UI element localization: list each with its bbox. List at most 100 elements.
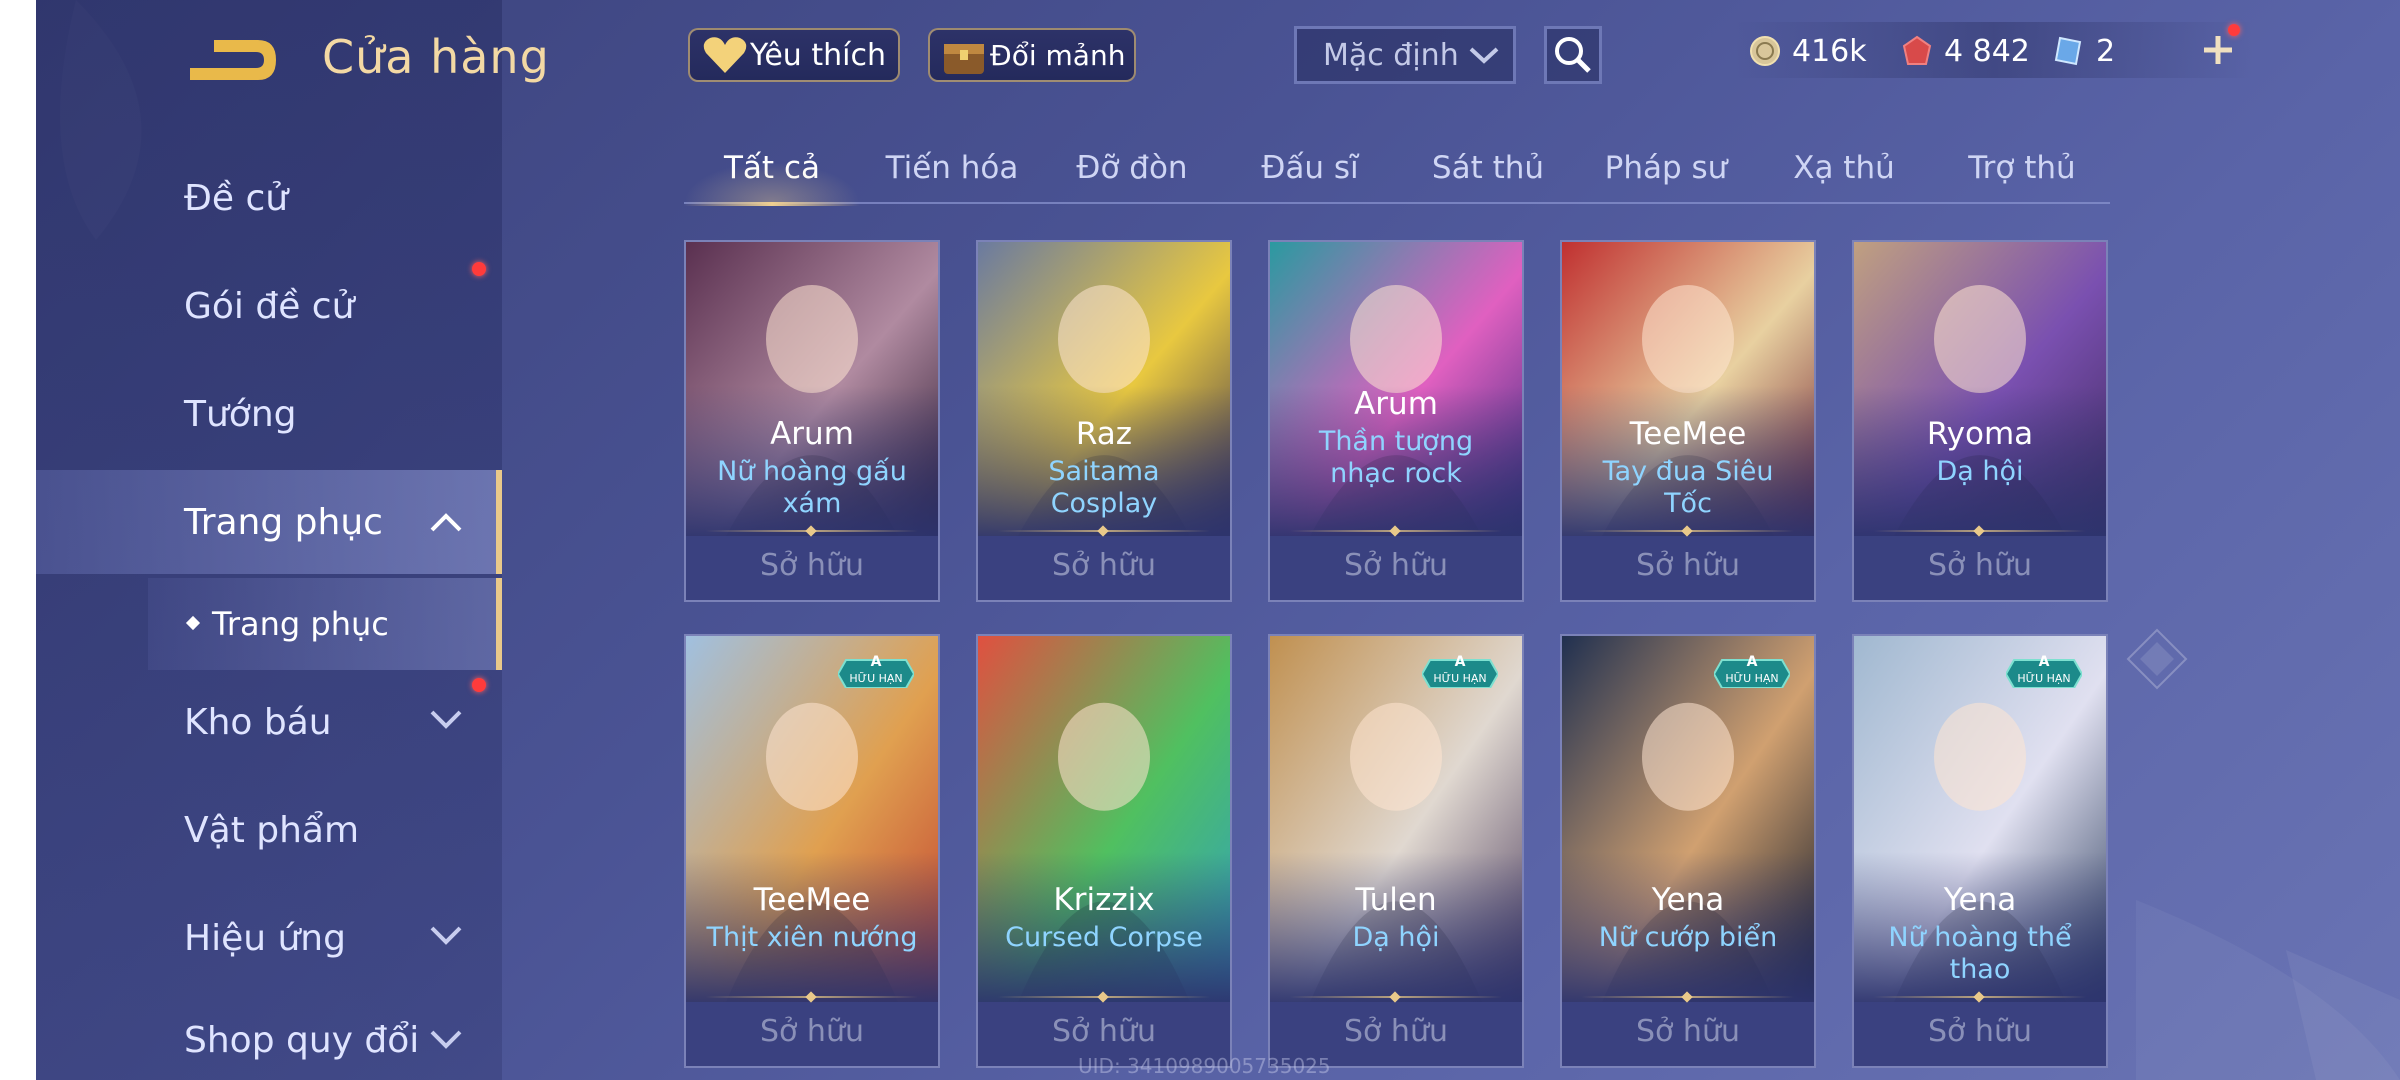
exchange-label: Đổi mảnh — [990, 38, 1126, 72]
hero-name: Tulen — [1355, 882, 1437, 918]
currency-gold: 416k — [1748, 26, 1867, 76]
sidebar-item-exchange-shop[interactable]: Shop quy đổi — [36, 994, 502, 1080]
limited-badge: A HỮU HẠN — [1422, 654, 1498, 688]
chevron-down-icon — [430, 710, 462, 729]
notification-dot — [472, 262, 486, 276]
sidebar-item-label: Shop quy đổi — [184, 1020, 420, 1061]
chevron-down-icon — [430, 926, 462, 945]
sort-dropdown[interactable]: Mặc định — [1294, 26, 1516, 84]
tab-marksman[interactable]: Xạ thủ — [1756, 140, 1932, 202]
skin-card[interactable]: Arum Nữ hoàng gấu xám Sở hữu — [684, 240, 940, 602]
ruby-icon — [1902, 35, 1932, 65]
skin-card[interactable]: Krizzix Cursed Corpse Sở hữu — [976, 634, 1232, 1068]
tab-fighter[interactable]: Đấu sĩ — [1222, 140, 1398, 202]
owned-status: Sở hữu — [1052, 548, 1156, 583]
chevron-down-icon — [430, 1030, 462, 1049]
skin-name: Dạ hội — [1352, 922, 1440, 953]
chevron-down-icon — [1469, 47, 1499, 64]
tab-all[interactable]: Tất cả — [684, 140, 860, 206]
treasure-chest-icon — [944, 44, 984, 74]
hero-name: Ryoma — [1926, 416, 2034, 452]
badge-text: HỮU HẠN — [1433, 672, 1487, 685]
skin-card[interactable]: Raz Saitama Cosplay Sở hữu — [976, 240, 1232, 602]
owned-status: Sở hữu — [1344, 548, 1448, 583]
skin-name: Tay đua Siêu Tốc — [1602, 456, 1774, 519]
hero-name: TeeMee — [753, 882, 871, 918]
sidebar-item-skins[interactable]: Trang phục — [36, 470, 502, 574]
tab-evolution[interactable]: Tiến hóa — [864, 140, 1040, 202]
skin-card[interactable]: Yena Nữ hoàng thể thao Sở hữu A HỮU HẠN — [1852, 634, 2108, 1068]
skin-name: Thần tượng nhạc rock — [1318, 426, 1474, 489]
tab-label: Xạ thủ — [1793, 150, 1895, 186]
back-button[interactable] — [184, 30, 284, 90]
skin-name: Saitama Cosplay — [1048, 456, 1160, 519]
sidebar-item-heroes[interactable]: Tướng — [36, 362, 502, 466]
hero-name: Raz — [1075, 416, 1133, 452]
screen-edge — [0, 0, 36, 1080]
tab-assassin[interactable]: Sát thủ — [1400, 140, 1576, 202]
heart-icon — [703, 37, 747, 73]
skin-name: Nữ hoàng gấu xám — [717, 456, 907, 519]
gold-amount: 416k — [1792, 33, 1867, 69]
exchange-fragments-button[interactable]: Đổi mảnh — [928, 28, 1136, 82]
owned-status: Sở hữu — [1928, 1014, 2032, 1049]
sidebar-item-label: Tướng — [184, 393, 297, 435]
skin-name: Cursed Corpse — [1005, 922, 1203, 953]
voucher-amount: 2 — [2096, 33, 2116, 69]
user-id: UID: 3410989005735025 — [1078, 1054, 1331, 1078]
badge-grade: A — [2038, 654, 2050, 670]
owned-status: Sở hữu — [1344, 1014, 1448, 1049]
sidebar-item-label: Vật phẩm — [184, 809, 360, 851]
limited-badge: A HỮU HẠN — [1714, 654, 1790, 688]
hero-name: Arum — [1354, 386, 1438, 422]
skin-name: Nữ cướp biển — [1598, 922, 1778, 953]
search-button[interactable] — [1544, 26, 1602, 84]
skin-card[interactable]: Arum Thần tượng nhạc rock Sở hữu — [1268, 240, 1524, 602]
skin-card[interactable]: TeeMee Thịt xiên nướng Sở hữu A HỮU HẠN — [684, 634, 940, 1068]
owned-status: Sở hữu — [1052, 1014, 1156, 1049]
chevron-up-icon — [430, 513, 462, 532]
badge-grade: A — [1454, 654, 1466, 670]
search-icon — [1555, 37, 1591, 73]
active-indicator — [496, 470, 502, 574]
sidebar-item-label: Đề cử — [184, 177, 289, 219]
sidebar-item-effects[interactable]: Hiệu ứng — [36, 886, 502, 990]
owned-status: Sở hữu — [1928, 548, 2032, 583]
tab-mage[interactable]: Pháp sư — [1578, 140, 1754, 202]
active-indicator — [496, 578, 502, 670]
ruby-amount: 4 842 — [1944, 33, 2030, 69]
skin-card[interactable]: Yena Nữ cướp biển Sở hữu A HỮU HẠN — [1560, 634, 1816, 1068]
tab-label: Trợ thủ — [1968, 150, 2076, 186]
back-arrow-icon — [190, 40, 276, 80]
tab-tank[interactable]: Đỡ đòn — [1044, 140, 1220, 202]
badge-grade: A — [1746, 654, 1758, 670]
sidebar-item-label: Gói đề cử — [184, 285, 355, 327]
sidebar-item-recommended[interactable]: Đề cử — [36, 146, 502, 250]
hero-name: Yena — [1651, 882, 1725, 918]
badge-grade: A — [870, 654, 882, 670]
skin-name: Thịt xiên nướng — [706, 922, 918, 953]
sidebar-item-treasure[interactable]: Kho báu — [36, 670, 502, 774]
favorite-button[interactable]: Yêu thích — [688, 28, 900, 82]
page-title: Cửa hàng — [322, 30, 550, 84]
tab-label: Tiến hóa — [885, 150, 1019, 186]
sidebar-subitem-skins[interactable]: Trang phục — [148, 578, 502, 670]
badge-text: HỮU HẠN — [2017, 672, 2071, 685]
skin-card[interactable]: Ryoma Dạ hội Sở hữu — [1852, 240, 2108, 602]
bullet-icon — [185, 615, 201, 631]
skin-card[interactable]: Tulen Dạ hội Sở hữu A HỮU HẠN — [1268, 634, 1524, 1068]
sidebar-item-bundles[interactable]: Gói đề cử — [36, 254, 502, 358]
notification-dot — [2228, 24, 2240, 36]
skin-card[interactable]: TeeMee Tay đua Siêu Tốc Sở hữu — [1560, 240, 1816, 602]
badge-text: HỮU HẠN — [849, 672, 903, 685]
currency-voucher: 2 — [2052, 26, 2115, 76]
tab-label: Đỡ đòn — [1076, 150, 1188, 186]
active-tab-underline — [684, 202, 860, 206]
voucher-icon — [2054, 36, 2082, 66]
sidebar-item-items[interactable]: Vật phẩm — [36, 778, 502, 882]
limited-badge: A HỮU HẠN — [2006, 654, 2082, 688]
hero-name: Yena — [1943, 882, 2017, 918]
gold-coin-icon — [1750, 36, 1780, 66]
favorite-label: Yêu thích — [750, 37, 886, 73]
tab-support[interactable]: Trợ thủ — [1934, 140, 2110, 202]
